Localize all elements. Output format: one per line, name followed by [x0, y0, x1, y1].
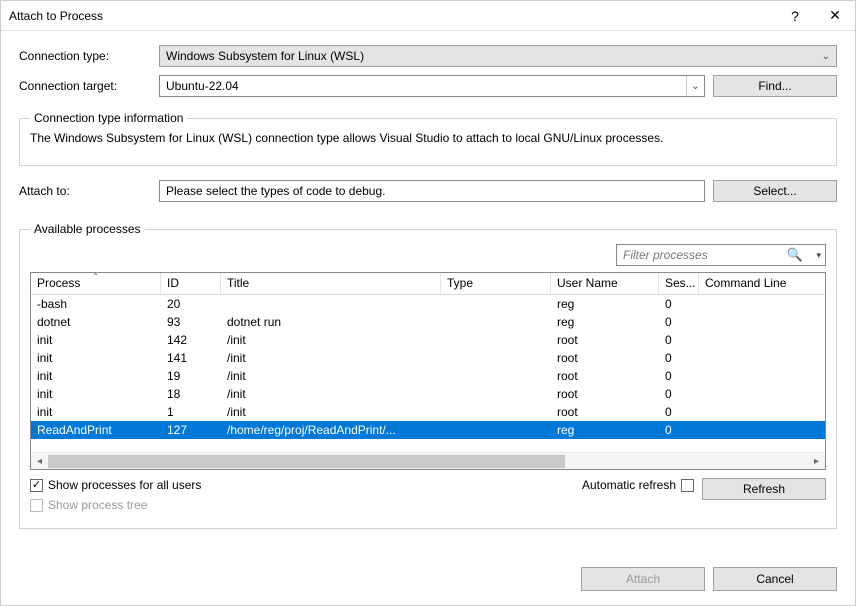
table-row[interactable]: init19/init root0	[31, 367, 825, 385]
table-row[interactable]: init1/init root0	[31, 403, 825, 421]
cell: reg	[551, 297, 659, 311]
cell: -bash	[31, 297, 161, 311]
automatic-refresh-label: Automatic refresh	[582, 478, 676, 492]
horizontal-scrollbar[interactable]: ◂ ▸	[31, 452, 825, 469]
cell: 0	[659, 333, 699, 347]
connection-target-value: Ubuntu-22.04	[166, 79, 239, 93]
cell: init	[31, 333, 161, 347]
cell: reg	[551, 423, 659, 437]
refresh-button[interactable]: Refresh	[702, 478, 826, 500]
automatic-refresh-checkbox[interactable]	[681, 479, 694, 492]
cell: /home/reg/proj/ReadAndPrint/...	[221, 423, 441, 437]
cell: init	[31, 405, 161, 419]
available-processes-legend: Available processes	[30, 222, 145, 236]
connection-info-text: The Windows Subsystem for Linux (WSL) co…	[30, 131, 826, 145]
available-processes-group: Available processes Filter processes 🔍 ▾…	[19, 222, 837, 529]
select-button[interactable]: Select...	[713, 180, 837, 202]
cell: reg	[551, 315, 659, 329]
attach-to-label: Attach to:	[19, 184, 159, 198]
cell: root	[551, 405, 659, 419]
cell: dotnet run	[221, 315, 441, 329]
connection-info-group: Connection type information The Windows …	[19, 111, 837, 166]
col-id[interactable]: ID	[161, 273, 221, 294]
connection-type-label: Connection type:	[19, 49, 159, 63]
show-process-tree-checkbox	[30, 499, 43, 512]
chevron-down-icon[interactable]: ▾	[816, 250, 821, 261]
scroll-left-icon[interactable]: ◂	[31, 456, 48, 467]
cell: init	[31, 387, 161, 401]
table-row[interactable]: init18/init root0	[31, 385, 825, 403]
cell: /init	[221, 333, 441, 347]
cell: 1	[161, 405, 221, 419]
attach-to-value: Please select the types of code to debug…	[166, 184, 385, 198]
process-table[interactable]: Process ⌃ ID Title Type User Name Ses...…	[30, 272, 826, 470]
cell: 0	[659, 315, 699, 329]
cell: dotnet	[31, 315, 161, 329]
connection-info-legend: Connection type information	[30, 111, 187, 125]
connection-type-value: Windows Subsystem for Linux (WSL)	[166, 49, 364, 63]
cell: 0	[659, 423, 699, 437]
cell: root	[551, 369, 659, 383]
chevron-down-icon: ⌄	[822, 51, 830, 62]
cell: 0	[659, 297, 699, 311]
show-all-users-label: Show processes for all users	[48, 478, 201, 492]
cancel-button[interactable]: Cancel	[713, 567, 837, 591]
table-row[interactable]: init141/init root0	[31, 349, 825, 367]
help-icon[interactable]: ?	[775, 1, 815, 31]
cell: 0	[659, 387, 699, 401]
filter-input[interactable]: Filter processes 🔍 ▾	[616, 244, 826, 266]
cell: 20	[161, 297, 221, 311]
cell: 142	[161, 333, 221, 347]
connection-target-label: Connection target:	[19, 79, 159, 93]
show-process-tree-label: Show process tree	[48, 498, 147, 512]
cell: 19	[161, 369, 221, 383]
col-ses[interactable]: Ses...	[659, 273, 699, 294]
col-user[interactable]: User Name	[551, 273, 659, 294]
cell: 18	[161, 387, 221, 401]
table-row[interactable]: ReadAndPrint127/home/reg/proj/ReadAndPri…	[31, 421, 825, 439]
col-cmd[interactable]: Command Line	[699, 273, 825, 294]
connection-target-combo[interactable]: Ubuntu-22.04 ⌄	[159, 75, 705, 97]
cell: root	[551, 387, 659, 401]
find-button[interactable]: Find...	[713, 75, 837, 97]
cell: init	[31, 369, 161, 383]
cell: 0	[659, 405, 699, 419]
col-type[interactable]: Type	[441, 273, 551, 294]
cell: /init	[221, 387, 441, 401]
cell: init	[31, 351, 161, 365]
cell: ReadAndPrint	[31, 423, 161, 437]
cell: /init	[221, 405, 441, 419]
cell: root	[551, 333, 659, 347]
cell: 127	[161, 423, 221, 437]
filter-placeholder: Filter processes	[623, 248, 708, 262]
attach-to-field: Please select the types of code to debug…	[159, 180, 705, 202]
table-row[interactable]: dotnet93dotnet run reg0	[31, 313, 825, 331]
cell: 0	[659, 369, 699, 383]
cell: 0	[659, 351, 699, 365]
table-row[interactable]: -bash20 reg0	[31, 295, 825, 313]
scroll-thumb[interactable]	[48, 455, 565, 468]
table-row[interactable]: init142/init root0	[31, 331, 825, 349]
cell: root	[551, 351, 659, 365]
cell: 141	[161, 351, 221, 365]
col-process[interactable]: Process ⌃	[31, 273, 161, 294]
cell: /init	[221, 369, 441, 383]
sort-asc-icon: ⌃	[92, 272, 99, 281]
table-header: Process ⌃ ID Title Type User Name Ses...…	[31, 273, 825, 295]
cell: /init	[221, 351, 441, 365]
connection-type-dropdown[interactable]: Windows Subsystem for Linux (WSL) ⌄	[159, 45, 837, 67]
close-icon[interactable]: ✕	[815, 1, 855, 31]
cell: 93	[161, 315, 221, 329]
attach-button[interactable]: Attach	[581, 567, 705, 591]
scroll-right-icon[interactable]: ▸	[808, 456, 825, 467]
show-all-users-checkbox[interactable]	[30, 479, 43, 492]
window-title: Attach to Process	[9, 9, 775, 23]
chevron-down-icon[interactable]: ⌄	[686, 76, 704, 96]
col-title[interactable]: Title	[221, 273, 441, 294]
search-icon[interactable]: 🔍	[787, 247, 803, 263]
